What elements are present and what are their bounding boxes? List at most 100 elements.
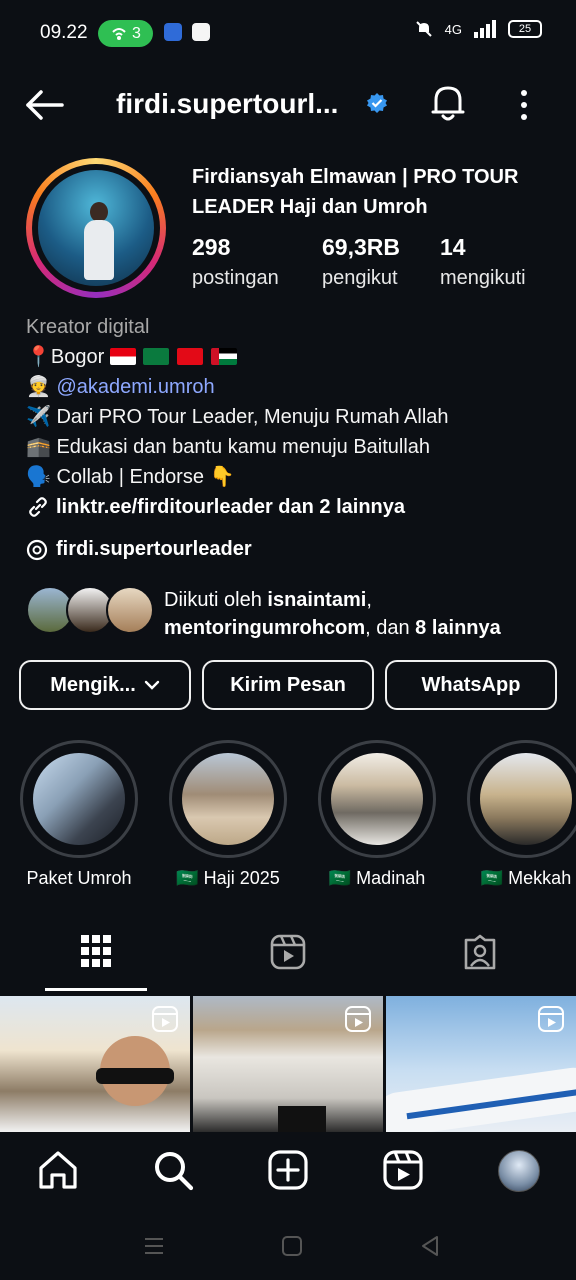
system-navigation xyxy=(0,1210,576,1280)
post-thumbnail[interactable] xyxy=(193,996,383,1132)
threads-handle: firdi.supertourleader xyxy=(56,538,252,560)
highlight-label: 🇸🇦 Haji 2025 xyxy=(176,868,280,888)
tab-tagged[interactable] xyxy=(384,928,576,992)
link-icon xyxy=(29,497,47,517)
bio-line-4: 🕋 Edukasi dan bantu kamu menuju Baitulla… xyxy=(26,432,556,462)
indonesia-flag-icon xyxy=(109,348,136,365)
app-notification-icon xyxy=(164,23,182,41)
profile-category: Kreator digital xyxy=(26,316,150,338)
whatsapp-label: WhatsApp xyxy=(421,673,521,696)
status-bar: 09.22 3 4G 25 xyxy=(0,0,576,66)
active-tab-indicator xyxy=(45,988,147,991)
battery-level: 25 xyxy=(518,23,532,35)
highlight-label: Paket Umroh xyxy=(26,868,132,888)
bio-link-text[interactable]: linktr.ee/firditourleader dan 2 lainnya xyxy=(56,492,405,522)
network-type: 4G xyxy=(444,21,462,37)
mutual-name-1: isnaintami xyxy=(267,589,367,611)
stat-following-value: 14 xyxy=(440,234,466,260)
highlight-ring xyxy=(20,740,138,858)
tab-reels[interactable] xyxy=(192,928,384,992)
hotspot-icon xyxy=(112,27,126,40)
following-label: Mengik... xyxy=(50,673,136,696)
profile-bio: Kreator digital 📍Bogor 👳 @akademi.umroh … xyxy=(26,312,556,522)
profile-full-name: Firdiansyah Elmawan | PRO TOUR LEADER Ha… xyxy=(192,166,519,218)
bio-line-3: ✈️ Dari PRO Tour Leader, Menuju Rumah Al… xyxy=(26,402,556,432)
post-sunglasses xyxy=(96,1068,174,1084)
profile-header: firdi.supertourl... xyxy=(0,78,576,132)
message-button[interactable]: Kirim Pesan xyxy=(202,660,374,710)
create-icon[interactable] xyxy=(266,1148,310,1192)
followed-by-text: Diikuti oleh isnaintami, mentoringumrohc… xyxy=(164,586,501,642)
highlight-cover xyxy=(480,753,572,845)
stat-following[interactable]: 14 mengikuti xyxy=(440,234,526,290)
bio-location: Bogor xyxy=(50,346,105,368)
bio-text-5: Collab | Endorse xyxy=(56,466,204,488)
more-vertical-icon[interactable] xyxy=(514,88,534,122)
avatar-head xyxy=(90,202,108,222)
tab-posts-grid[interactable] xyxy=(0,928,192,992)
followed-by-mid: , dan xyxy=(365,617,416,639)
following-button[interactable]: Mengik... xyxy=(19,660,191,710)
avatar-border xyxy=(32,164,160,292)
person-turban-icon: 👳 xyxy=(26,376,51,398)
mutual-name-2: mentoringumrohcom xyxy=(164,617,366,639)
reel-badge-icon xyxy=(152,1006,178,1032)
back-button-icon[interactable] xyxy=(418,1234,442,1258)
bio-text-4: Edukasi dan bantu kamu menuju Baitullah xyxy=(56,436,431,458)
highlight-label: 🇸🇦 Mekkah xyxy=(480,868,572,888)
whatsapp-button[interactable]: WhatsApp xyxy=(385,660,557,710)
threads-badge[interactable]: firdi.supertourleader xyxy=(26,538,252,561)
recent-apps-icon[interactable] xyxy=(142,1234,166,1258)
bio-external-link[interactable]: linktr.ee/firditourleader dan 2 lainnya xyxy=(26,492,556,522)
stat-posts-value: 298 xyxy=(192,234,231,260)
highlight-cover xyxy=(331,753,423,845)
highlight-cover xyxy=(33,753,125,845)
bottom-navigation xyxy=(0,1134,576,1210)
search-icon[interactable] xyxy=(151,1148,195,1192)
profile-avatar-story-ring[interactable] xyxy=(26,158,166,298)
app-notification-icon xyxy=(192,23,210,41)
reels-nav-icon[interactable] xyxy=(381,1148,425,1192)
avatar-body xyxy=(84,220,114,280)
bell-icon[interactable] xyxy=(430,84,466,122)
airplane-icon: ✈️ xyxy=(26,406,51,428)
message-label: Kirim Pesan xyxy=(230,673,346,696)
followed-by-sep: , xyxy=(366,589,372,611)
post-thumbnail[interactable] xyxy=(0,996,190,1132)
status-time: 09.22 xyxy=(40,22,88,43)
profile-content-tabs xyxy=(0,928,576,992)
battery-icon: 25 xyxy=(508,20,542,38)
pointing-down-icon: 👇 xyxy=(209,466,235,488)
post-kaaba xyxy=(278,1106,326,1132)
mutual-others: 8 lainnya xyxy=(415,617,501,639)
highlight-ring xyxy=(169,740,287,858)
highlight-cover xyxy=(182,753,274,845)
followed-by[interactable]: Diikuti oleh isnaintami, mentoringumrohc… xyxy=(26,586,556,640)
home-button-icon[interactable] xyxy=(280,1234,304,1258)
stat-posts-label: postingan xyxy=(192,267,279,289)
bio-mention-link[interactable]: @akademi.umroh xyxy=(56,376,214,398)
back-arrow-icon[interactable] xyxy=(24,88,64,122)
signal-icon xyxy=(474,20,496,38)
hotspot-indicator: 3 xyxy=(98,20,153,47)
stat-followers[interactable]: 69,3RB pengikut xyxy=(322,234,400,290)
bio-text-3: Dari PRO Tour Leader, Menuju Rumah Allah xyxy=(56,406,449,428)
highlight-ring xyxy=(467,740,576,858)
profile-avatar-nav[interactable] xyxy=(498,1150,540,1192)
verified-badge-icon xyxy=(367,93,387,113)
home-icon[interactable] xyxy=(36,1148,80,1192)
hotspot-count: 3 xyxy=(132,24,141,42)
profile-username: firdi.supertourl... xyxy=(116,88,339,119)
mutual-followers-avatars xyxy=(26,586,154,636)
post-thumbnail[interactable] xyxy=(386,996,576,1132)
speaking-head-icon: 🗣️ xyxy=(26,466,51,488)
stat-followers-value: 69,3RB xyxy=(322,234,400,260)
reel-badge-icon xyxy=(538,1006,564,1032)
saudi-flag-icon xyxy=(143,348,170,365)
highlight-ring xyxy=(318,740,436,858)
stat-followers-label: pengikut xyxy=(322,267,398,289)
stat-posts[interactable]: 298 postingan xyxy=(192,234,279,290)
turkey-flag-icon xyxy=(176,348,203,365)
tagged-icon xyxy=(464,934,496,970)
threads-icon xyxy=(26,539,48,560)
